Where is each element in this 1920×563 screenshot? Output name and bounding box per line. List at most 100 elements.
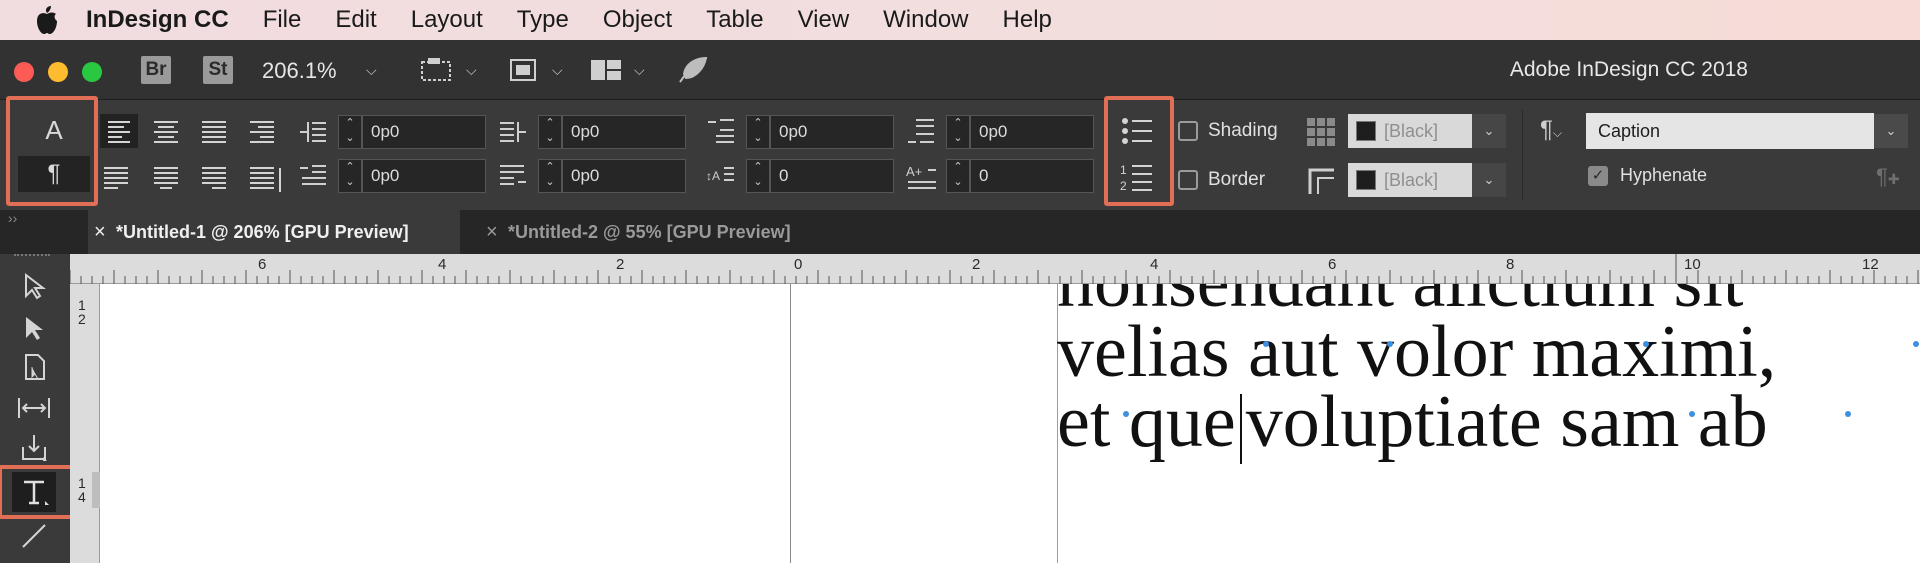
menu-file[interactable]: File — [263, 6, 302, 34]
space-after-stepper[interactable]: ⌃ ⌄ — [946, 115, 970, 149]
gap-tool[interactable] — [12, 388, 56, 428]
space-after-icon — [908, 119, 934, 143]
selection-tool[interactable] — [12, 266, 56, 306]
menu-table[interactable]: Table — [706, 6, 763, 34]
character-mode-button[interactable]: A — [18, 112, 90, 148]
screen-mode-icon[interactable] — [508, 57, 538, 83]
space-before-stepper[interactable]: ⌃ ⌄ — [746, 115, 770, 149]
svg-text:↕A: ↕A — [706, 169, 720, 183]
space-after-field[interactable]: 0p0 — [970, 115, 1094, 149]
paragraph-style-field[interactable]: Caption — [1586, 113, 1874, 149]
arrange-documents-icon[interactable] — [590, 58, 622, 82]
horizontal-ruler[interactable]: 6 4 2 0 2 4 6 8 10 12 — [70, 254, 1920, 284]
apple-icon[interactable] — [34, 5, 60, 35]
type-tool[interactable] — [12, 472, 56, 512]
document-canvas[interactable]: nonsendant alictium sit velias aut volor… — [100, 284, 1920, 563]
drop-cap-lines-field[interactable]: 0 — [770, 159, 894, 193]
publish-online-icon[interactable] — [676, 54, 710, 86]
menu-edit[interactable]: Edit — [335, 6, 376, 34]
shading-label: Shading — [1208, 120, 1278, 141]
shading-checkbox[interactable] — [1178, 121, 1198, 141]
border-swatch[interactable]: [Black] — [1348, 163, 1472, 197]
paragraph-formatting-icon: ¶ — [47, 160, 61, 187]
paragraph-mode-button[interactable]: ¶ — [18, 156, 90, 192]
paragraph-style-dropdown[interactable]: ⌄ — [1874, 114, 1908, 148]
shading-dropdown[interactable]: ⌄ — [1472, 114, 1506, 148]
menu-view[interactable]: View — [798, 6, 850, 34]
collapse-panel-icon[interactable]: ›› — [8, 210, 17, 226]
panel-grip[interactable] — [14, 254, 50, 258]
zoom-level[interactable]: 206.1% — [262, 58, 337, 84]
last-line-indent-field[interactable]: 0p0 — [562, 159, 686, 193]
tab-untitled-2[interactable]: × *Untitled-2 @ 55% [GPU Preview] — [480, 210, 840, 254]
drop-cap-lines-stepper[interactable]: ⌃ ⌄ — [746, 159, 770, 193]
shading-swatch[interactable]: [Black] — [1348, 114, 1472, 148]
arrange-chevron-icon[interactable]: ⌵ — [634, 62, 645, 79]
zoom-window-button[interactable] — [82, 62, 102, 82]
line-tool[interactable] — [12, 516, 56, 556]
close-window-button[interactable] — [14, 62, 34, 82]
right-indent-icon — [500, 122, 526, 142]
alignment-buttons[interactable] — [100, 114, 290, 204]
first-line-indent-stepper[interactable]: ⌃ ⌄ — [338, 159, 362, 193]
ruler-label: 4 — [1150, 256, 1159, 273]
hidden-characters-overlay — [1123, 341, 1919, 417]
bridge-button[interactable]: Br — [141, 56, 171, 84]
content-collector-tool[interactable] — [12, 428, 56, 468]
shading-swatch-label: [Black] — [1384, 121, 1439, 141]
selection-arrow-icon — [25, 272, 46, 300]
bulleted-list-icon[interactable] — [1120, 116, 1156, 146]
shading-swatch-chip — [1356, 121, 1376, 141]
hyphenate-label: Hyphenate — [1620, 165, 1708, 185]
paragraph-style-icon: ¶⌵ — [1540, 116, 1562, 143]
close-tab-icon[interactable]: × — [486, 210, 498, 254]
ruler-label: 6 — [258, 256, 267, 273]
first-line-indent-field[interactable]: 0p0 — [362, 159, 486, 193]
ruler-label: 2 — [616, 256, 625, 273]
drop-cap-chars-stepper[interactable]: ⌃ ⌄ — [946, 159, 970, 193]
clear-overrides-icon[interactable]: ¶✚ — [1876, 164, 1900, 190]
right-indent-stepper[interactable]: ⌃ ⌄ — [538, 115, 562, 149]
drop-cap-characters-icon: A+ — [906, 164, 936, 189]
tab-label: *Untitled-1 @ 206% [GPU Preview] — [116, 222, 409, 242]
hyphenate-checkbox[interactable]: ✓ — [1588, 166, 1608, 186]
right-indent-field[interactable]: 0p0 — [562, 115, 686, 149]
space-before-field[interactable]: 0p0 — [770, 115, 894, 149]
menu-window[interactable]: Window — [883, 6, 968, 34]
view-options-icon[interactable] — [420, 57, 456, 83]
page-tool-icon — [25, 354, 45, 380]
vertical-ruler[interactable]: 1 2 1 4 — [70, 284, 100, 563]
screen-mode-chevron-icon[interactable]: ⌵ — [552, 62, 563, 79]
page-tool[interactable] — [12, 348, 56, 388]
left-indent-stepper[interactable]: ⌃ ⌄ — [338, 115, 362, 149]
type-tool-icon — [24, 480, 49, 505]
last-line-indent-stepper[interactable]: ⌃ ⌄ — [538, 159, 562, 193]
shading-color-grid-icon[interactable] — [1306, 117, 1336, 147]
menu-type[interactable]: Type — [517, 6, 569, 34]
stock-button[interactable]: St — [203, 56, 233, 84]
minimize-window-button[interactable] — [48, 62, 68, 82]
baseline-shift-icon: ↕A — [706, 167, 734, 183]
drop-cap-chars-field[interactable]: 0 — [970, 159, 1094, 193]
ruler-label: 0 — [794, 256, 803, 273]
tab-untitled-1[interactable]: × *Untitled-1 @ 206% [GPU Preview] — [88, 210, 460, 254]
zoom-chevron-icon[interactable]: ⌵ — [366, 62, 377, 79]
menu-help[interactable]: Help — [1003, 6, 1052, 34]
direct-selection-arrow-icon — [26, 317, 43, 340]
close-tab-icon[interactable]: × — [94, 210, 106, 254]
window-titlebar: Br St 206.1% ⌵ ⌵ ⌵ ⌵ Adobe InDesign CC 2… — [0, 40, 1920, 100]
border-dropdown[interactable]: ⌄ — [1472, 163, 1506, 197]
direct-selection-tool[interactable] — [12, 308, 56, 348]
view-options-chevron-icon[interactable]: ⌵ — [466, 62, 477, 79]
menu-layout[interactable]: Layout — [411, 6, 483, 34]
divider — [1522, 110, 1523, 200]
numbered-list-icon[interactable]: 1 2 — [1120, 160, 1156, 194]
tab-label: *Untitled-2 @ 55% [GPU Preview] — [508, 222, 791, 242]
app-menu[interactable]: InDesign CC — [86, 6, 229, 34]
left-indent-field[interactable]: 0p0 — [362, 115, 486, 149]
border-checkbox[interactable] — [1178, 170, 1198, 190]
menu-object[interactable]: Object — [603, 6, 672, 34]
border-swatch-label: [Black] — [1384, 170, 1439, 190]
border-corner-icon[interactable] — [1306, 166, 1336, 196]
ruler-label: 2 — [972, 256, 981, 273]
